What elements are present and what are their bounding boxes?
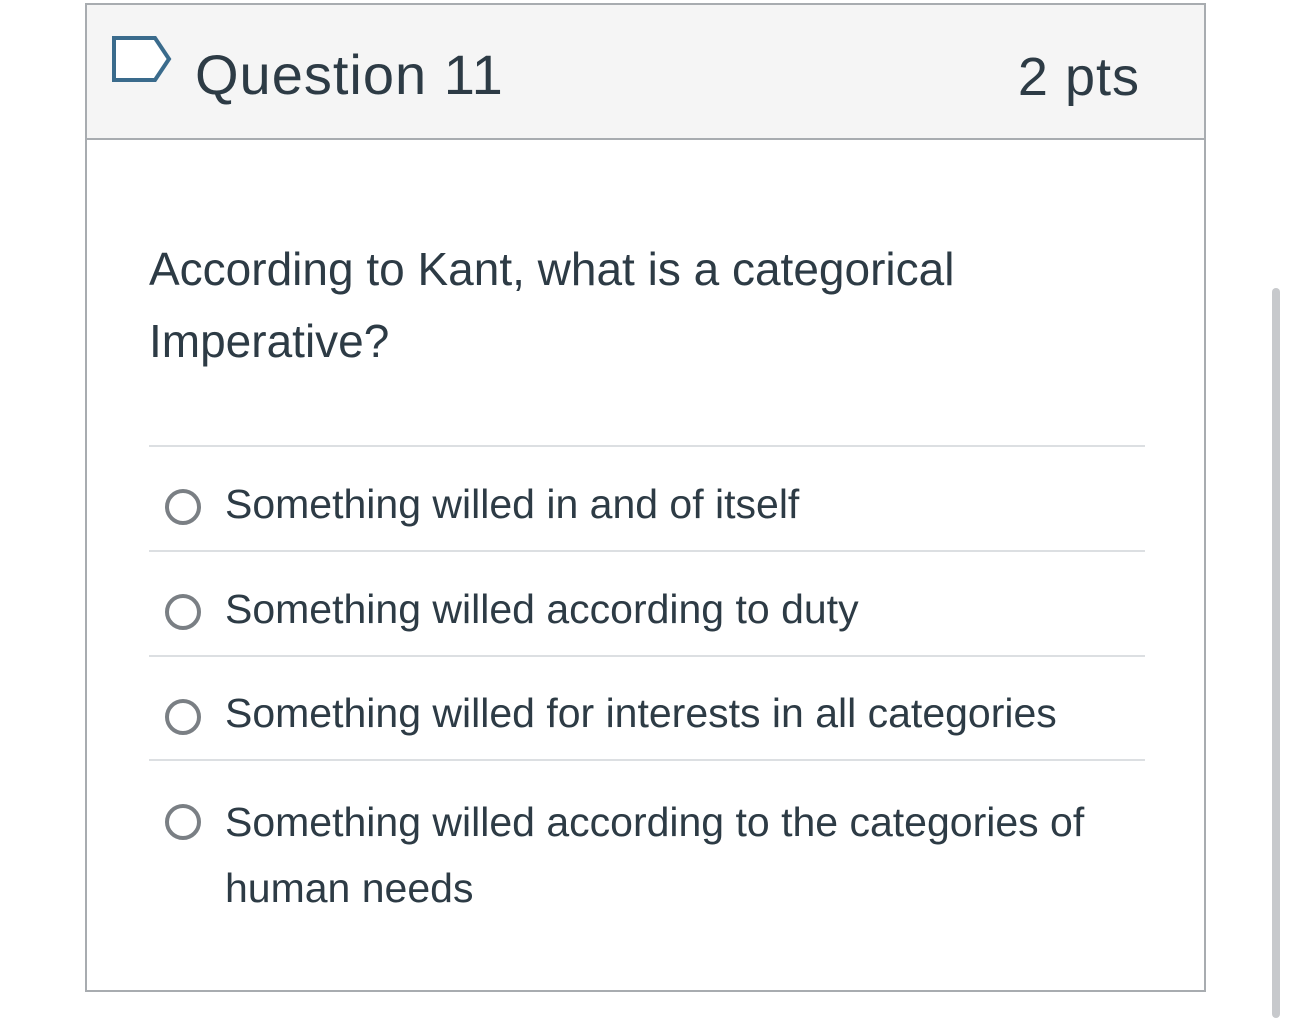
answer-label[interactable]: Something willed in and of itself bbox=[225, 447, 1145, 530]
radio-button[interactable] bbox=[165, 489, 201, 525]
answer-list: Something willed in and of itself Someth… bbox=[149, 445, 1145, 921]
radio-button[interactable] bbox=[165, 804, 201, 840]
answer-option[interactable]: Something willed according to the catego… bbox=[149, 761, 1145, 921]
radio-button[interactable] bbox=[165, 699, 201, 735]
question-title: Question 11 bbox=[195, 43, 504, 106]
radio-button[interactable] bbox=[165, 594, 201, 630]
answer-option[interactable]: Something willed in and of itself bbox=[149, 447, 1145, 552]
question-card: Question 11 2 pts According to Kant, wha… bbox=[85, 3, 1206, 992]
answer-label[interactable]: Something willed according to duty bbox=[225, 552, 1145, 635]
question-points: 2 pts bbox=[1017, 47, 1140, 107]
answer-option[interactable]: Something willed according to duty bbox=[149, 552, 1145, 657]
answer-label[interactable]: Something willed according to the catego… bbox=[225, 761, 1105, 921]
flag-question-icon[interactable] bbox=[111, 35, 173, 89]
page-scrollbar[interactable] bbox=[1272, 288, 1280, 1018]
question-header: Question 11 2 pts bbox=[87, 5, 1204, 140]
answer-label[interactable]: Something willed for interests in all ca… bbox=[225, 657, 1145, 739]
question-text: According to Kant, what is a categorical… bbox=[149, 243, 955, 367]
answer-option[interactable]: Something willed for interests in all ca… bbox=[149, 657, 1145, 761]
